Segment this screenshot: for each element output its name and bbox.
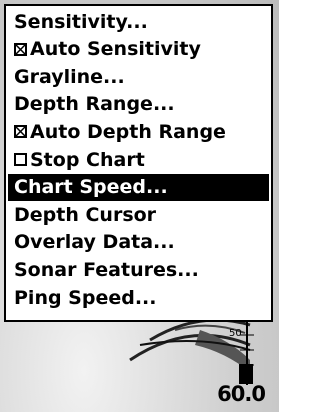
menu-item-label: Sensitivity... [14, 10, 148, 33]
menu-item-label: Chart Speed... [14, 176, 168, 199]
menu-item-stop-chart[interactable]: Stop Chart [8, 146, 269, 173]
menu-item-label: Ping Speed... [14, 286, 157, 309]
menu-item-label: Overlay Data... [14, 231, 175, 254]
menu-item-label: Depth Cursor [14, 203, 157, 226]
checkbox-checked-icon[interactable] [14, 125, 27, 139]
menu-item-sensitivity[interactable]: Sensitivity... [8, 8, 269, 35]
menu-item-label: Auto Depth Range [30, 120, 226, 143]
menu-item-label: Stop Chart [30, 148, 145, 171]
depth-scale-label: 50 [229, 328, 242, 339]
menu-item-label: Auto Sensitivity [30, 38, 201, 61]
menu-item-sonar-features[interactable]: Sonar Features... [8, 256, 269, 283]
menu-item-label: Grayline... [14, 65, 125, 88]
menu-item-depth-cursor[interactable]: Depth Cursor [8, 201, 269, 228]
menu-item-auto-depth-range[interactable]: Auto Depth Range [8, 118, 269, 145]
menu-item-chart-speed[interactable]: Chart Speed... [8, 173, 269, 201]
menu-item-grayline[interactable]: Grayline... [8, 63, 269, 90]
checkbox-unchecked-icon[interactable] [14, 153, 27, 166]
checkbox-checked-icon[interactable] [14, 42, 27, 56]
menu-item-label: Sonar Features... [14, 258, 199, 281]
menu-item-auto-sensitivity[interactable]: Auto Sensitivity [8, 36, 269, 63]
depth-readout: 60.0 [217, 382, 266, 406]
menu-item-label: Depth Range... [14, 93, 175, 116]
sonar-menu: Sensitivity... Auto Sensitivity Grayline..… [4, 4, 273, 322]
menu-item-depth-range[interactable]: Depth Range... [8, 91, 269, 118]
depth-cursor-marker [239, 364, 253, 384]
menu-item-overlay-data[interactable]: Overlay Data... [8, 229, 269, 256]
menu-item-ping-speed[interactable]: Ping Speed... [8, 284, 269, 311]
